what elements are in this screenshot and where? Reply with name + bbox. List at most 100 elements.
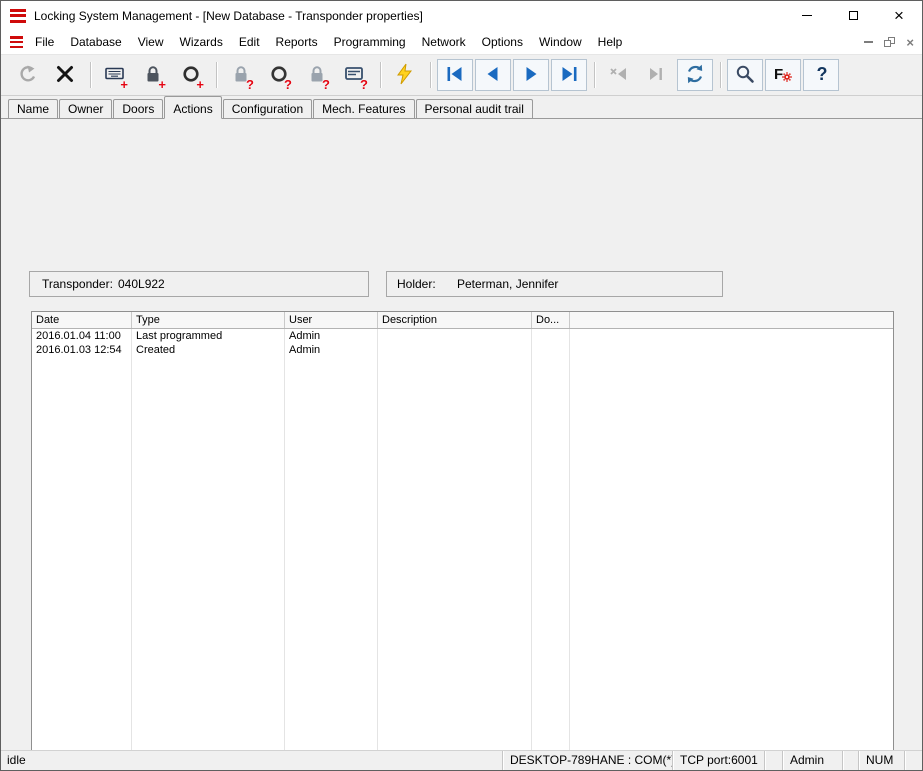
- maximize-icon: [849, 11, 858, 20]
- status-idle: idle: [1, 751, 502, 770]
- minimize-button[interactable]: [784, 1, 830, 30]
- last-record-icon: [558, 63, 580, 88]
- search-icon: [734, 63, 756, 88]
- table-header: DateTypeUserDescriptionDo...: [32, 312, 893, 329]
- read-lock-badge: ?: [246, 78, 254, 91]
- tab-mech-features[interactable]: Mech. Features: [313, 99, 414, 118]
- next-record-button[interactable]: [513, 59, 549, 91]
- status-admin: Admin: [782, 751, 842, 770]
- search-button[interactable]: [727, 59, 763, 91]
- find-next-button: [639, 59, 675, 91]
- column-header-type[interactable]: Type: [132, 312, 285, 328]
- tab-doors[interactable]: Doors: [113, 99, 163, 118]
- column-header-filler: [570, 312, 893, 328]
- close-button[interactable]: ×: [876, 1, 922, 30]
- menu-wizards[interactable]: Wizards: [172, 31, 231, 53]
- status-bar: idle DESKTOP-789HANE : COM(*)TCP port:60…: [1, 750, 922, 770]
- toolbar-separator: [380, 62, 382, 88]
- program-button[interactable]: [387, 59, 423, 91]
- toolbar-separator: [216, 62, 218, 88]
- minimize-icon: [802, 15, 812, 16]
- menu-network[interactable]: Network: [414, 31, 474, 53]
- menu-reports[interactable]: Reports: [268, 31, 326, 53]
- help-button[interactable]: ?: [803, 59, 839, 91]
- tab-configuration[interactable]: Configuration: [223, 99, 312, 118]
- cell-date: 2016.01.04 11:00: [32, 329, 132, 343]
- program-icon: [394, 63, 416, 88]
- title-bar: Locking System Management - [New Databas…: [1, 1, 922, 30]
- cell-user: Admin: [285, 343, 378, 357]
- mdi-window-controls: ×: [864, 36, 914, 49]
- toolbar-separator: [720, 62, 722, 88]
- menu-view[interactable]: View: [130, 31, 172, 53]
- column-header-description[interactable]: Description: [378, 312, 532, 328]
- read-transponder-button[interactable]: ?: [261, 59, 297, 91]
- tab-strip: NameOwnerDoorsActionsConfigurationMech. …: [1, 96, 922, 119]
- svg-text:?: ?: [817, 64, 828, 84]
- read-lock-alt-badge: ?: [322, 78, 330, 91]
- first-record-icon: [444, 63, 466, 88]
- cell-user: Admin: [285, 329, 378, 343]
- status-tcp-port-6001: TCP port:6001: [672, 751, 764, 770]
- menu-items: FileDatabaseViewWizardsEditReportsProgra…: [27, 31, 630, 53]
- tab-personal-audit-trail[interactable]: Personal audit trail: [416, 99, 533, 118]
- mdi-minimize-icon[interactable]: [864, 41, 873, 43]
- new-locking-system-badge: +: [120, 78, 128, 91]
- table-body: 2016.01.04 11:00Last programmedAdmin2016…: [32, 329, 893, 771]
- menu-help[interactable]: Help: [590, 31, 631, 53]
- window-title: Locking System Management - [New Databas…: [34, 9, 423, 23]
- disconnect-button[interactable]: [47, 59, 83, 91]
- refresh-button[interactable]: [677, 59, 713, 91]
- tab-name[interactable]: Name: [8, 99, 58, 118]
- first-record-button[interactable]: [437, 59, 473, 91]
- menu-database[interactable]: Database: [62, 31, 129, 53]
- status-desktop-789hane-com: DESKTOP-789HANE : COM(*): [502, 751, 672, 770]
- mdi-child-icon[interactable]: [10, 36, 23, 48]
- menu-programming[interactable]: Programming: [326, 31, 414, 53]
- maximize-button[interactable]: [830, 1, 876, 30]
- table-row[interactable]: 2016.01.03 12:54CreatedAdmin: [32, 343, 893, 357]
- cell-date: 2016.01.03 12:54: [32, 343, 132, 357]
- mdi-close-icon[interactable]: ×: [906, 36, 914, 49]
- cell-do: [532, 343, 570, 357]
- read-card-badge: ?: [360, 78, 368, 91]
- new-lock-button[interactable]: +: [135, 59, 171, 91]
- close-icon: ×: [894, 7, 904, 24]
- column-header-user[interactable]: User: [285, 312, 378, 328]
- menu-edit[interactable]: Edit: [231, 31, 268, 53]
- last-record-button[interactable]: [551, 59, 587, 91]
- read-lock-alt-button[interactable]: ?: [299, 59, 335, 91]
- status-empty: [764, 751, 782, 770]
- toolbar-separator: [430, 62, 432, 88]
- column-header-do[interactable]: Do...: [532, 312, 570, 328]
- read-lock-button[interactable]: ?: [223, 59, 259, 91]
- status-empty: [904, 751, 922, 770]
- new-lock-badge: +: [158, 78, 166, 91]
- prev-record-button[interactable]: [475, 59, 511, 91]
- content-area: Transponder: 040L922 Holder: Peterman, J…: [1, 119, 922, 750]
- menu-file[interactable]: File: [27, 31, 62, 53]
- menu-options[interactable]: Options: [474, 31, 531, 53]
- menu-window[interactable]: Window: [531, 31, 590, 53]
- toolbar: + + +???? F?: [1, 54, 922, 96]
- mdi-restore-icon[interactable]: [884, 37, 895, 47]
- new-transponder-button[interactable]: +: [173, 59, 209, 91]
- new-locking-system-button[interactable]: +: [97, 59, 133, 91]
- cell-type: Last programmed: [132, 329, 285, 343]
- app-logo-icon[interactable]: [10, 9, 26, 23]
- prev-record-icon: [482, 63, 504, 88]
- app-window: Locking System Management - [New Databas…: [0, 0, 923, 771]
- tab-owner[interactable]: Owner: [59, 99, 112, 118]
- grid-line: [531, 329, 532, 771]
- read-card-button[interactable]: ?: [337, 59, 373, 91]
- transponder-value: 040L922: [118, 277, 165, 291]
- tab-actions[interactable]: Actions: [164, 96, 221, 119]
- find-next-icon: [646, 63, 668, 88]
- table-row[interactable]: 2016.01.04 11:00Last programmedAdmin: [32, 329, 893, 343]
- column-header-date[interactable]: Date: [32, 312, 132, 328]
- holder-label: Holder:: [387, 277, 457, 291]
- window-controls: ×: [784, 1, 922, 30]
- filter-settings-button[interactable]: F: [765, 59, 801, 91]
- toolbar-separator: [594, 62, 596, 88]
- reset-icon: [16, 63, 38, 88]
